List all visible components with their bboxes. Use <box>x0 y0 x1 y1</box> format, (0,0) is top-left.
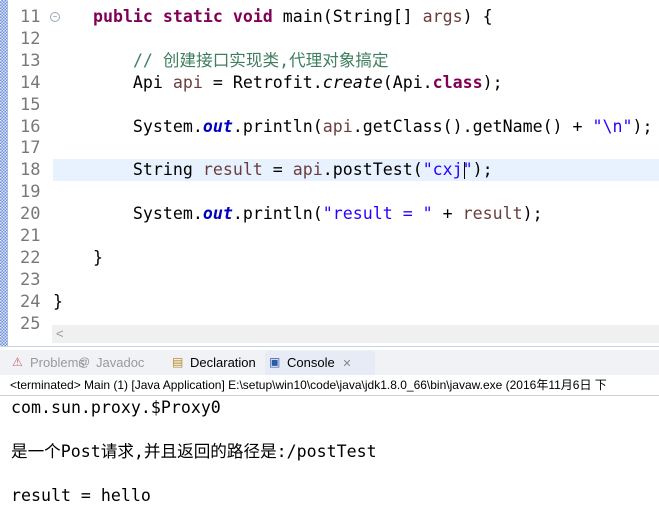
line-number: 25 <box>20 313 41 334</box>
code-token: class <box>432 72 483 92</box>
line-number: 17 <box>20 138 41 159</box>
javadoc-icon: @ <box>78 355 91 369</box>
declaration-icon: ▤ <box>172 355 184 369</box>
code-line[interactable] <box>53 225 659 247</box>
tab-label: Console <box>287 355 335 370</box>
code-token: System. <box>53 204 203 224</box>
code-token: out <box>202 116 233 136</box>
code-editor[interactable]: 11−12 13 14 15 16 17 18 19 20 21 22 23 24 25 public s… <box>0 0 659 347</box>
line-number: 20 <box>20 204 41 225</box>
line-number: 18 <box>20 160 41 181</box>
code-token: "cxj" <box>422 160 473 180</box>
line-number: 15 <box>20 94 41 115</box>
code-token: api <box>292 160 323 180</box>
code-line[interactable]: System.out.println(api.getClass().getNam… <box>53 116 659 138</box>
line-number: 22 <box>20 247 41 268</box>
console-line: 是一个Post请求,并且返回的路径是:/postTest <box>11 442 377 461</box>
code-line[interactable]: Api api = Retrofit.create(Api.class); <box>53 72 659 94</box>
code-line[interactable]: } <box>53 291 659 313</box>
tab-console[interactable]: ▣ Console ✕ <box>265 351 375 375</box>
code-token: (Api. <box>382 72 433 92</box>
code-token: = Retrofit. <box>202 72 323 92</box>
code-token: result <box>462 204 523 224</box>
code-token: "\n" <box>592 116 633 136</box>
code-token: // 创建接口实现类,代理对象搞定 <box>132 50 389 70</box>
tab-label: Javadoc <box>96 355 145 370</box>
line-number: 21 <box>20 226 41 246</box>
code-line-current[interactable]: String result = api.postTest("cxj"); <box>53 159 659 182</box>
tab-declaration[interactable]: ▤ Declaration <box>168 351 256 375</box>
line-number: 11 <box>20 7 41 27</box>
code-token: .println( <box>232 204 323 224</box>
console-status: <terminated> Main (1) [Java Application]… <box>0 376 659 396</box>
close-icon[interactable]: ✕ <box>342 358 351 370</box>
code-token: public static void <box>92 7 283 26</box>
line-number: 24 <box>20 291 41 312</box>
code-line[interactable]: } <box>53 247 659 269</box>
code-token: = <box>262 160 293 180</box>
panel-tab-bar: ⚠ Problems @ Javadoc ▤ Declaration ▣ Console… <box>0 350 659 375</box>
code-token: result <box>202 160 263 180</box>
line-number: 13 <box>20 50 41 71</box>
console-icon: ▣ <box>269 355 281 369</box>
line-number: 16 <box>20 116 41 137</box>
line-number: 12 <box>20 28 41 49</box>
code-token: args <box>422 7 463 26</box>
code-line[interactable] <box>53 137 659 159</box>
code-line[interactable] <box>53 94 659 116</box>
line-number: 23 <box>20 269 41 290</box>
code-token: + <box>432 204 463 224</box>
code-token: .getClass().getName() + <box>352 116 593 136</box>
horizontal-scrollbar[interactable]: < <box>52 325 659 343</box>
code-token: main(String[] <box>282 7 423 26</box>
text-caret <box>464 162 465 180</box>
code-token: out <box>202 204 233 224</box>
code-token: String <box>53 160 203 180</box>
code-token: System. <box>53 116 203 136</box>
console-line: result = hello <box>11 486 151 505</box>
code-line[interactable]: System.out.println("result = " + result)… <box>53 203 659 225</box>
code-token: create <box>322 72 383 92</box>
code-token: ); <box>482 72 503 92</box>
code-token: api <box>172 72 203 92</box>
tab-label: Declaration <box>190 355 256 370</box>
code-line[interactable]: public static void main(String[] args) { <box>53 6 659 28</box>
code-token: .println( <box>232 116 323 136</box>
code-line[interactable]: // 创建接口实现类,代理对象搞定 <box>53 50 659 72</box>
code-token: "result = " <box>322 204 433 224</box>
code-token: } <box>53 247 103 267</box>
line-number-gutter: 11−12 13 14 15 16 17 18 19 20 21 22 23 24 25 <box>8 0 60 334</box>
code-token: ); <box>522 204 543 224</box>
code-token: Api <box>53 72 173 92</box>
tab-javadoc[interactable]: @ Javadoc <box>74 351 144 375</box>
code-token: ) { <box>462 7 493 26</box>
scroll-left-icon[interactable]: < <box>56 325 64 343</box>
code-token: } <box>53 291 63 311</box>
problems-icon: ⚠ <box>12 355 23 369</box>
code-line[interactable] <box>53 181 659 203</box>
console-line: com.sun.proxy.$Proxy0 <box>11 398 221 417</box>
code-token: api <box>322 116 353 136</box>
line-number: 19 <box>20 182 41 203</box>
code-token: ); <box>472 160 493 180</box>
code-line[interactable] <box>53 28 659 50</box>
code-line[interactable] <box>53 269 659 291</box>
line-number: 14 <box>20 72 41 93</box>
code-token: .postTest( <box>322 160 423 180</box>
overview-ruler <box>0 0 8 346</box>
code-token: ); <box>632 116 653 136</box>
